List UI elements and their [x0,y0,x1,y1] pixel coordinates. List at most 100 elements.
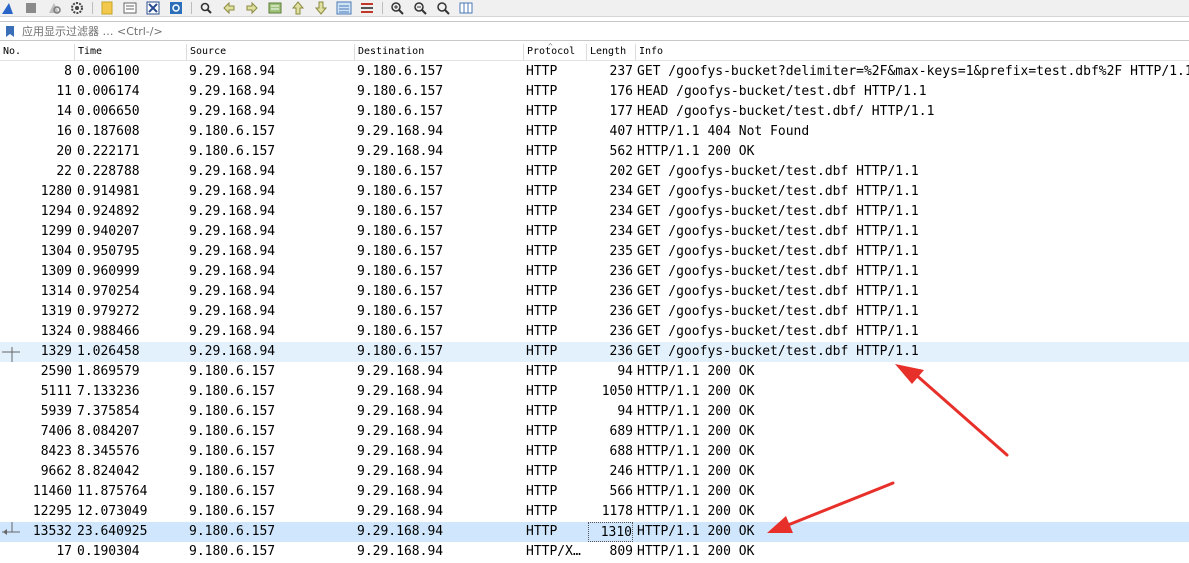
packet-row[interactable]: 20 0.222171 9.180.6.157 9.29.168.94 HTTP 562 H… [0,142,1189,162]
cell-no: 1319 [40,304,72,319]
cell-length: 236 [609,304,633,319]
packet-row[interactable]: 17 0.190304 9.180.6.157 9.29.168.94 HTTP/X… 8… [0,542,1189,562]
display-filter-input[interactable]: 应用显示过滤器 … <Ctrl-/> [22,23,163,39]
cell-no: 12295 [32,504,72,519]
cell-no: 2590 [40,364,72,379]
packet-row[interactable]: 1314 0.970254 9.29.168.94 9.180.6.157 HTTP 23… [0,282,1189,302]
packet-row[interactable]: 16 0.187608 9.180.6.157 9.29.168.94 HTTP 407 H… [0,122,1189,142]
packet-row[interactable]: 8423 8.345576 9.180.6.157 9.29.168.94 HTTP 68… [0,442,1189,462]
zoom-normal-icon[interactable] [435,1,451,15]
packet-row[interactable]: 9662 8.824042 9.180.6.157 9.29.168.94 HTTP 24… [0,462,1189,482]
cell-length: 202 [609,164,633,179]
packet-row[interactable]: 14 0.006650 9.29.168.94 9.180.6.157 HTTP 177 H… [0,102,1189,122]
cell-protocol: HTTP [526,224,558,239]
cell-protocol: HTTP [526,324,558,339]
cell-protocol: HTTP [526,84,558,99]
close-file-icon[interactable] [145,1,161,15]
go-last-icon[interactable] [313,1,329,15]
zoom-in-icon[interactable] [389,1,405,15]
column-header-source[interactable]: Source [186,44,356,60]
packet-row[interactable]: 1299 0.940207 9.29.168.94 9.180.6.157 HTTP 23… [0,222,1189,242]
cell-info: HTTP/1.1 200 OK [637,404,755,419]
cell-source: 9.180.6.157 [189,504,276,519]
go-back-icon[interactable] [221,1,237,15]
resize-columns-icon[interactable] [458,1,474,15]
cell-no: 9662 [40,464,72,479]
shark-fin-start-icon[interactable] [0,1,16,15]
packet-row[interactable]: 1324 0.988466 9.29.168.94 9.180.6.157 HTTP 23… [0,322,1189,342]
column-header-destination[interactable]: Destination [354,44,524,60]
zoom-out-icon[interactable] [412,1,428,15]
restart-icon[interactable] [46,1,62,15]
cell-protocol: HTTP [526,64,558,79]
go-to-packet-icon[interactable] [267,1,283,15]
cell-info: GET /goofys-bucket/test.dbf HTTP/1.1 [637,264,919,279]
cell-length: 234 [609,184,633,199]
column-header-length[interactable]: Length [586,44,636,60]
display-filter-bar[interactable]: 应用显示过滤器 … <Ctrl-/> [0,21,1189,41]
bookmark-icon[interactable] [4,24,16,38]
cell-source: 9.180.6.157 [189,144,276,159]
packet-row[interactable]: 1319 0.979272 9.29.168.94 9.180.6.157 HTTP 23… [0,302,1189,322]
stop-icon[interactable] [23,1,39,15]
packet-row[interactable]: 11460 11.875764 9.180.6.157 9.29.168.94 HTTP… [0,482,1189,502]
packet-row[interactable]: 2590 1.869579 9.180.6.157 9.29.168.94 HTTP 94… [0,362,1189,382]
cell-destination: 9.180.6.157 [357,304,444,319]
go-forward-icon[interactable] [244,1,260,15]
cell-no: 22 [56,164,72,179]
cell-length: 688 [609,444,633,459]
cell-destination: 9.29.168.94 [357,424,444,439]
open-folder-icon[interactable] [99,1,115,15]
cell-time: 0.006174 [77,84,140,99]
cell-time: 0.988466 [77,324,140,339]
file-set-icon[interactable] [122,1,138,15]
cell-length: 1050 [601,384,633,399]
cell-destination: 9.29.168.94 [357,504,444,519]
reload-icon[interactable] [168,1,184,15]
cell-time: 0.950795 [77,244,140,259]
go-first-icon[interactable] [290,1,306,15]
packet-row[interactable]: 5939 7.375854 9.180.6.157 9.29.168.94 HTTP 94… [0,402,1189,422]
cell-source: 9.180.6.157 [189,424,276,439]
cell-time: 0.222171 [77,144,140,159]
cell-length: 94 [617,404,633,419]
auto-scroll-icon[interactable] [336,1,352,15]
cell-info: GET /goofys-bucket/test.dbf HTTP/1.1 [637,244,919,259]
column-header-no[interactable]: No. [0,44,75,60]
packet-row[interactable]: 1329 1.026458 9.29.168.94 9.180.6.157 HTTP 23… [0,342,1189,362]
packet-row[interactable]: 22 0.228788 9.29.168.94 9.180.6.157 HTTP 202 G… [0,162,1189,182]
packet-row[interactable]: 1280 0.914981 9.29.168.94 9.180.6.157 HTTP 23… [0,182,1189,202]
cell-time: 0.960999 [77,264,140,279]
cell-length: 234 [609,204,633,219]
cell-info: HEAD /goofys-bucket/test.dbf/ HTTP/1.1 [637,104,935,119]
cell-protocol: HTTP [526,404,558,419]
cell-protocol: HTTP [526,284,558,299]
cell-time: 1.869579 [77,364,140,379]
find-packet-icon[interactable] [198,1,214,15]
packet-row[interactable]: 5111 7.133236 9.180.6.157 9.29.168.94 HTTP 10… [0,382,1189,402]
cell-source: 9.29.168.94 [189,184,276,199]
packet-row[interactable]: 11 0.006174 9.29.168.94 9.180.6.157 HTTP 176 H… [0,82,1189,102]
packet-row[interactable]: 12295 12.073049 9.180.6.157 9.29.168.94 HTTP… [0,502,1189,522]
cell-length: 1178 [601,504,633,519]
cell-protocol: HTTP [526,124,558,139]
packet-row[interactable]: 1294 0.924892 9.29.168.94 9.180.6.157 HTTP 23… [0,202,1189,222]
colorize-icon[interactable] [359,1,375,15]
column-header-protocol[interactable]: Protocol [523,44,587,60]
packet-row[interactable]: 1309 0.960999 9.29.168.94 9.180.6.157 HTTP 23… [0,262,1189,282]
packet-row[interactable]: 13532 23.640925 9.180.6.157 9.29.168.94 HTTP… [0,522,1189,542]
column-header-time[interactable]: Time [74,44,188,60]
packet-row[interactable]: 7406 8.084207 9.180.6.157 9.29.168.94 HTTP 68… [0,422,1189,442]
column-header-info[interactable]: Info [635,44,1179,60]
cell-time: 0.914981 [77,184,140,199]
cell-info: HTTP/1.1 200 OK [637,484,755,499]
packet-row[interactable]: 1304 0.950795 9.29.168.94 9.180.6.157 HTTP 23… [0,242,1189,262]
packet-row[interactable]: 8 0.006100 9.29.168.94 9.180.6.157 HTTP 237 GE… [0,62,1189,82]
cell-info: HTTP/1.1 200 OK [637,524,755,539]
cell-source: 9.29.168.94 [189,264,276,279]
cell-source: 9.180.6.157 [189,444,276,459]
cell-source: 9.180.6.157 [189,464,276,479]
options-gear-icon[interactable] [69,1,85,15]
cell-source: 9.180.6.157 [189,124,276,139]
cell-length: 236 [609,284,633,299]
